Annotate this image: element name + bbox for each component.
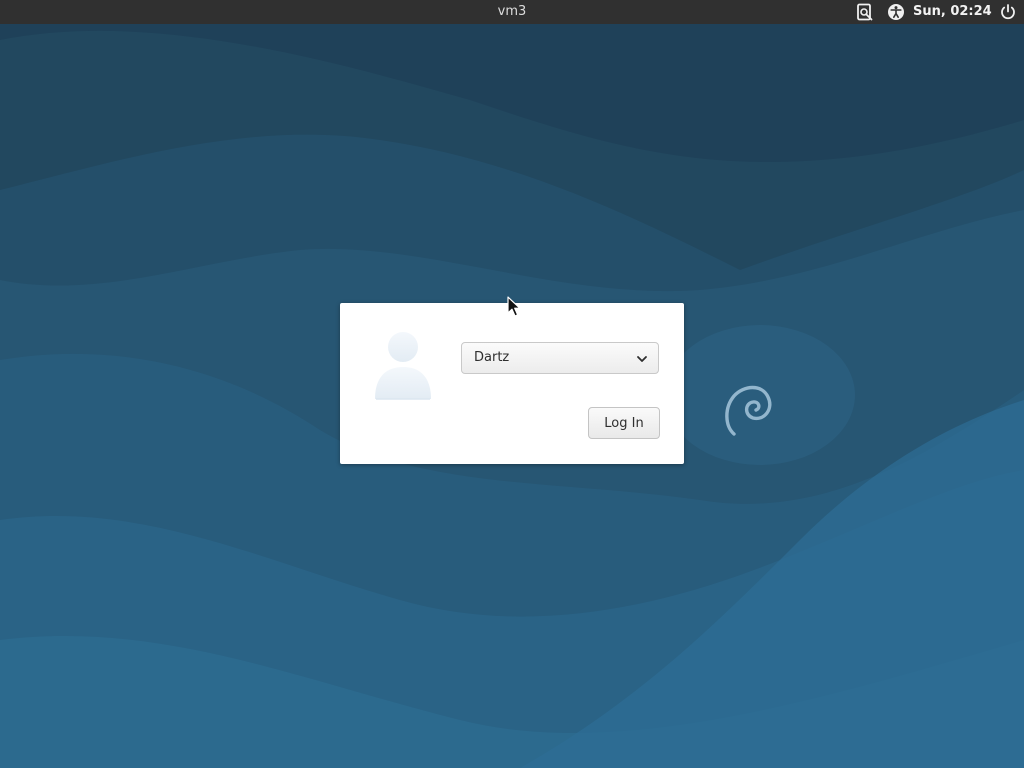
login-dialog: Dartz Log In xyxy=(340,303,684,464)
login-button[interactable]: Log In xyxy=(588,407,660,439)
power-icon[interactable] xyxy=(999,3,1017,21)
user-select[interactable]: Dartz xyxy=(461,342,659,374)
chevron-down-icon xyxy=(637,356,647,362)
accessibility-icon[interactable] xyxy=(887,3,905,21)
mouse-cursor-icon xyxy=(507,296,521,317)
screen-keyboard-icon[interactable] xyxy=(856,3,874,21)
selected-user-name: Dartz xyxy=(474,350,510,365)
debian-swirl-icon xyxy=(725,385,772,436)
login-screen: vm3 Sun, 02:24 Dartz Log In xyxy=(0,0,1024,768)
clock[interactable]: Sun, 02:24 xyxy=(913,0,992,24)
user-avatar-icon xyxy=(375,332,431,400)
top-bar: vm3 Sun, 02:24 xyxy=(0,0,1024,24)
